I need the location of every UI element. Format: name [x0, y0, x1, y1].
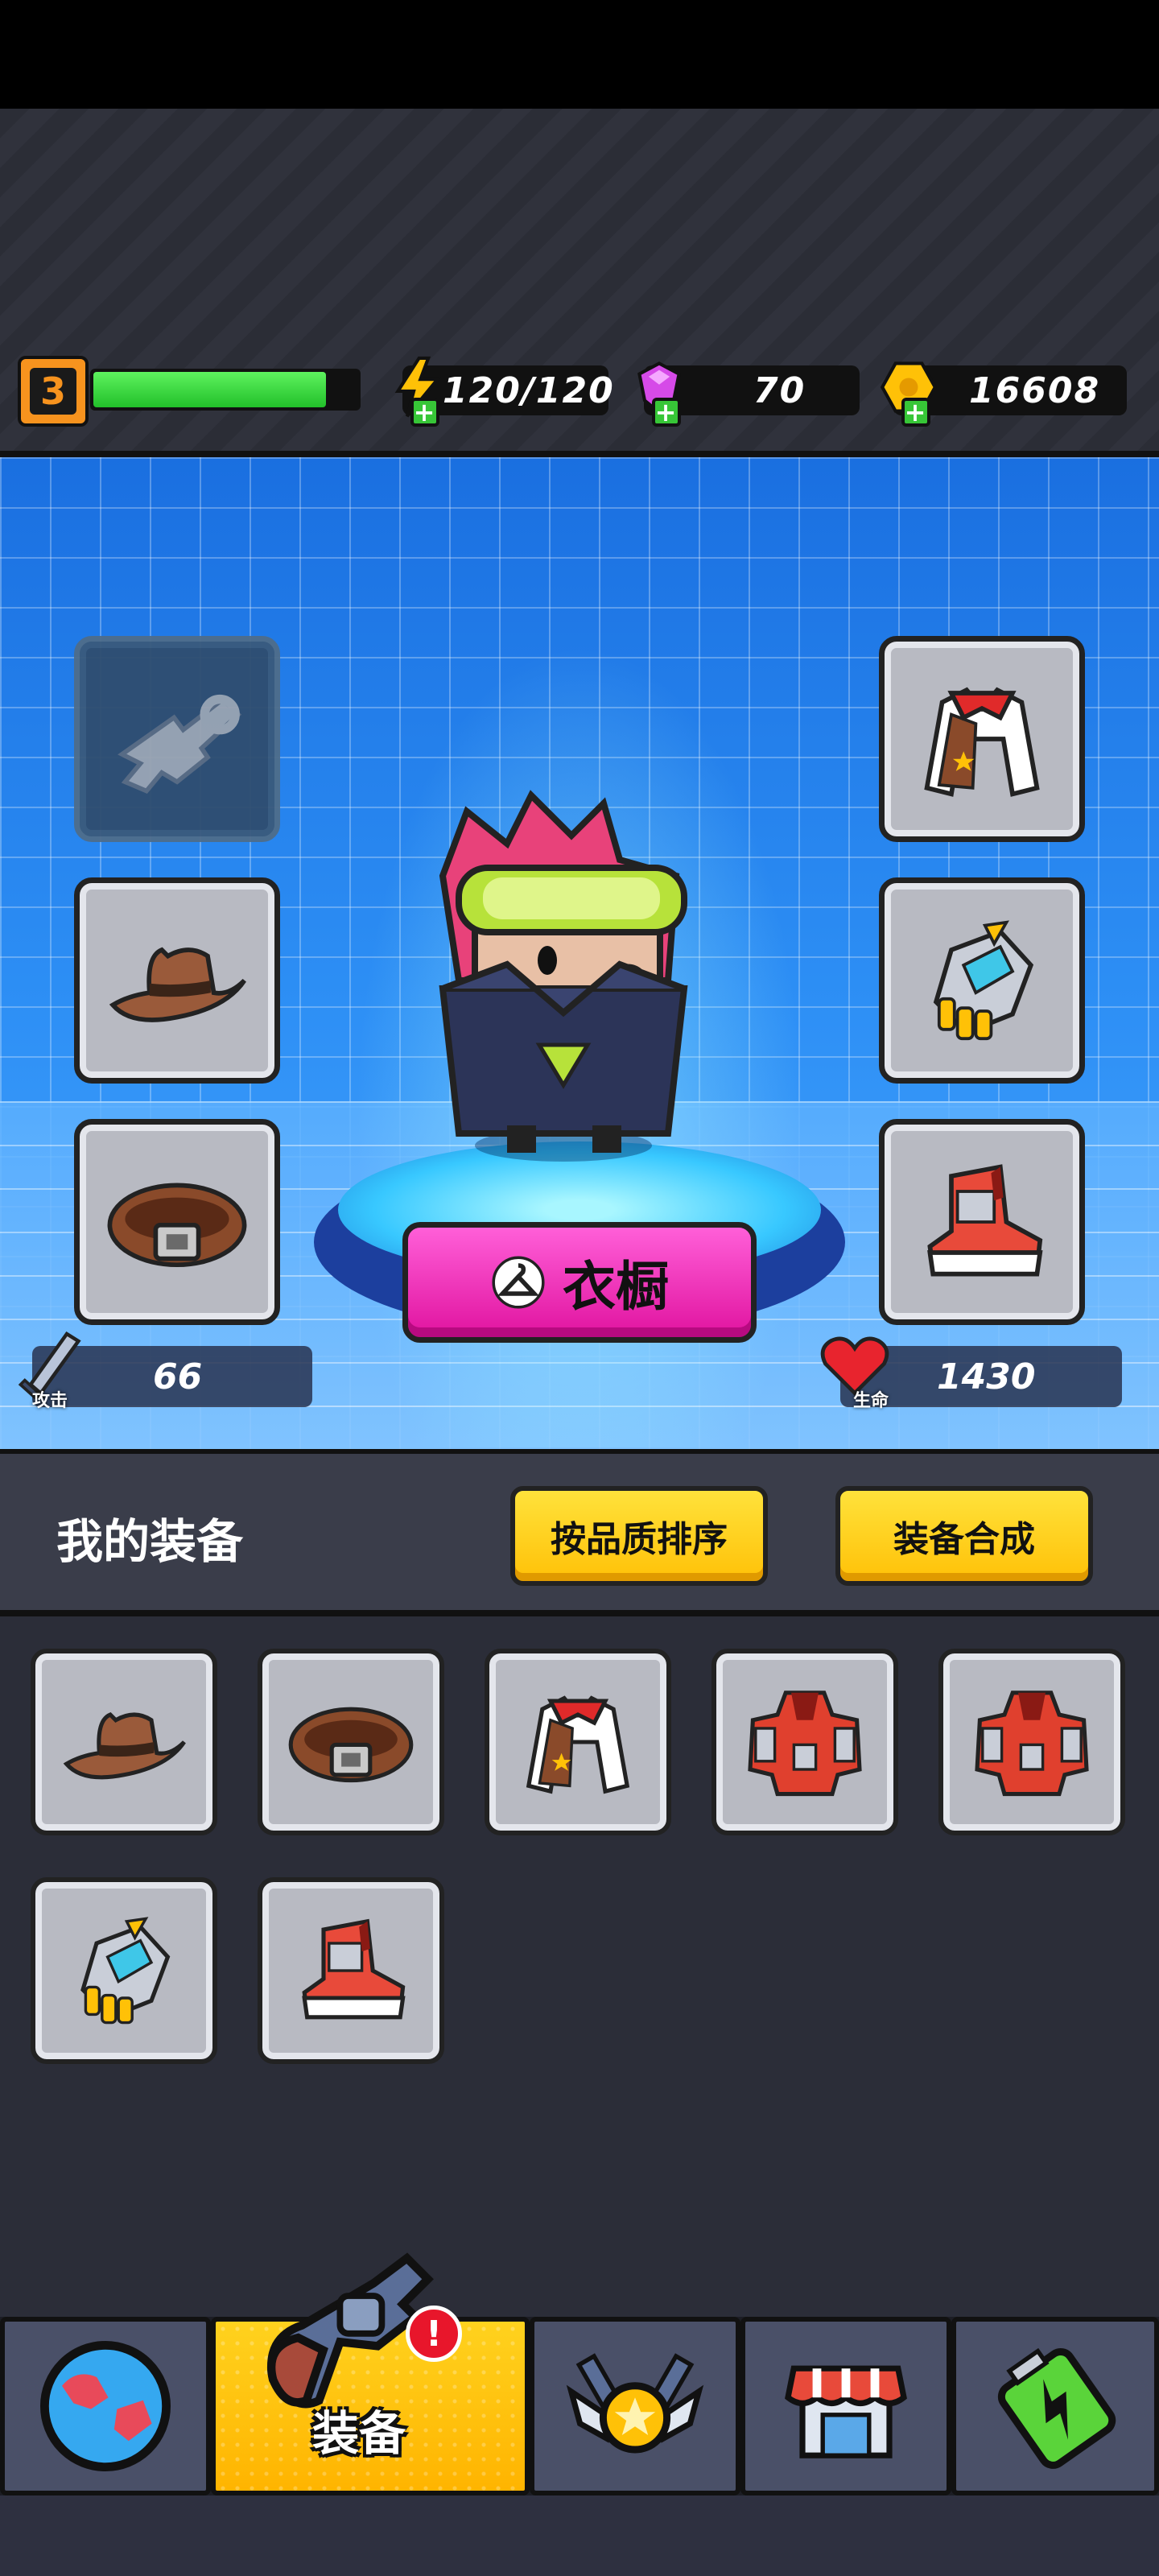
equipment-section-header: 我的装备 按品质排序 装备合成 [0, 1449, 1159, 1616]
gloves-slot[interactable] [879, 877, 1085, 1084]
inventory-item[interactable] [711, 1649, 898, 1835]
inventory-item[interactable] [258, 1877, 444, 2064]
merge-button-label: 装备合成 [893, 1519, 1035, 1560]
coin-counter[interactable]: + 16608 [880, 361, 1127, 427]
bottom-navigation: ! 装备 [0, 2252, 1159, 2496]
attack-value: 66 [153, 1356, 203, 1397]
inventory-item[interactable] [938, 1649, 1125, 1835]
gun-icon [101, 663, 254, 815]
player-level: 3 [30, 368, 76, 415]
nav-talents[interactable] [530, 2317, 740, 2496]
gauntlet-icon [905, 904, 1058, 1057]
health-label: 生命 [853, 1391, 889, 1411]
xp-progress-bar [90, 369, 361, 411]
health-value: 1430 [937, 1356, 1036, 1397]
nav-world[interactable] [0, 2317, 211, 2496]
belt-slot[interactable] [74, 1119, 280, 1325]
inventory-item[interactable] [485, 1649, 671, 1835]
belt-icon [101, 1146, 254, 1298]
energy-counter[interactable]: + 120/120 [394, 356, 613, 427]
belt-icon [283, 1674, 419, 1810]
add-gems-icon[interactable]: + [652, 398, 681, 427]
equipment-alert-badge: ! [406, 2306, 462, 2362]
character-stage: 衣橱 攻击 66 生命 1430 [0, 457, 1159, 1449]
sort-button-label: 按品质排序 [551, 1519, 728, 1560]
attack-stat: 攻击 66 [18, 1331, 312, 1411]
nav-equipment[interactable]: ! 装备 [211, 2252, 530, 2496]
health-stat: 生命 1430 [820, 1336, 1122, 1411]
energy-value: 120/120 [443, 369, 615, 411]
gem-value: 70 [753, 369, 806, 411]
wardrobe-label: 衣橱 [563, 1256, 669, 1318]
nav-equipment-label: 装备 [312, 2406, 406, 2461]
gauntlet-icon [56, 1902, 192, 2039]
cowboy-hat-icon [56, 1674, 192, 1810]
wardrobe-button[interactable]: 衣橱 [402, 1222, 757, 1343]
equipment-merge-button[interactable]: 装备合成 [835, 1486, 1093, 1586]
inventory-item[interactable] [31, 1877, 217, 2064]
section-title: 我的装备 [56, 1514, 244, 1569]
hanger-icon [492, 1256, 545, 1309]
header-divider [0, 451, 1159, 457]
nav-energy[interactable] [951, 2317, 1159, 2496]
red-armor-icon [736, 1674, 873, 1810]
player-character[interactable] [410, 779, 716, 1166]
equipment-inventory [0, 1616, 1159, 2317]
shoes-slot[interactable] [879, 1119, 1085, 1325]
player-level-badge[interactable]: 3 [18, 356, 89, 427]
add-coins-icon[interactable]: + [901, 398, 930, 427]
inventory-item[interactable] [258, 1649, 444, 1835]
hat-slot[interactable] [74, 877, 280, 1084]
resource-hud: 3 + 120/120 + 70 + 16608 [0, 354, 1159, 427]
red-armor-icon [963, 1674, 1100, 1810]
energy-battery-icon [997, 2347, 1116, 2469]
coin-value: 16608 [969, 369, 1101, 411]
nav-shop[interactable] [740, 2317, 951, 2496]
status-bar [0, 0, 1159, 109]
system-navigation-area [0, 2496, 1159, 2576]
sort-by-quality-button[interactable]: 按品质排序 [510, 1486, 768, 1586]
talent-badge-icon [566, 2353, 704, 2454]
vest-icon [905, 663, 1058, 815]
cowboy-hat-icon [101, 904, 254, 1057]
vest-icon [509, 1674, 646, 1810]
gem-counter[interactable]: + 70 [637, 361, 860, 427]
weapon-slot[interactable] [74, 636, 280, 842]
sneaker-icon [283, 1902, 419, 2039]
world-icon [39, 2341, 171, 2471]
xp-progress-fill [93, 372, 326, 407]
add-energy-icon[interactable]: + [410, 398, 439, 427]
inventory-item[interactable] [31, 1649, 217, 1835]
sneaker-icon [905, 1146, 1058, 1298]
attack-label: 攻击 [32, 1391, 68, 1411]
shop-icon [785, 2365, 907, 2458]
armor-slot[interactable] [879, 636, 1085, 842]
